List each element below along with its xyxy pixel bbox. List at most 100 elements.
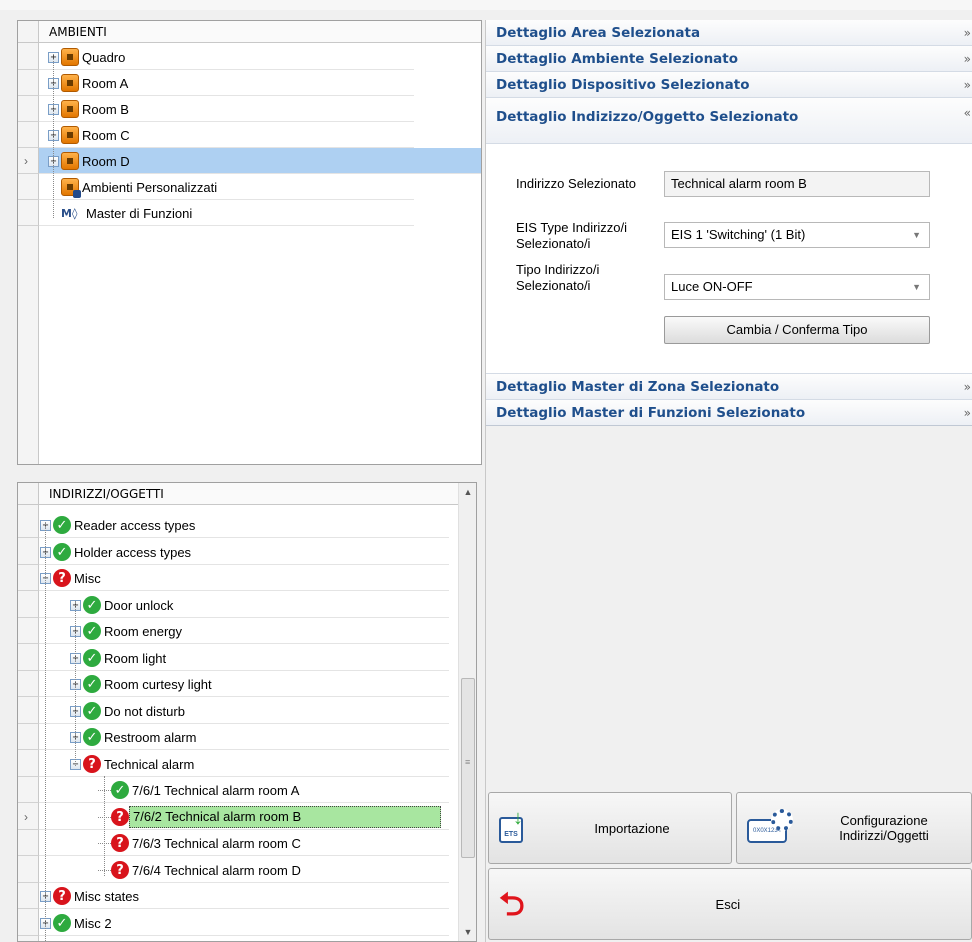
check-circle-icon: ✓ xyxy=(83,622,101,640)
tree-connector-line xyxy=(75,601,76,766)
indirizzi-tree-label: 7/6/2 Technical alarm room B xyxy=(129,806,441,828)
eis-type-label: EIS Type Indirizzo/i Selezionato/i xyxy=(516,220,627,252)
indirizzi-tree-row[interactable]: −? Misc xyxy=(18,565,476,591)
accordion-master-zona[interactable]: Dettaglio Master di Zona Selezionato » xyxy=(486,374,972,400)
row-header-cell[interactable] xyxy=(18,122,39,148)
row-header-cell[interactable] xyxy=(18,698,39,724)
indirizzi-tree-label: Misc states xyxy=(74,888,140,904)
check-circle-icon: ✓ xyxy=(83,702,101,720)
vertical-scrollbar[interactable]: ▲ ≡ ▼ xyxy=(458,483,476,941)
esci-button[interactable]: ⮌ Esci xyxy=(488,868,972,940)
accordion-master-funzioni[interactable]: Dettaglio Master di Funzioni Selezionato… xyxy=(486,400,972,426)
configurazione-indirizzi-button[interactable]: 0X0X1234 Configurazione Indirizzi/Oggett… xyxy=(736,792,972,864)
indirizzi-tree-row[interactable]: + ✓ Reader access types xyxy=(18,512,476,538)
scroll-down-arrow-icon[interactable]: ▼ xyxy=(459,923,476,941)
ambienti-tree-row[interactable]: › + Room D xyxy=(18,148,481,174)
indirizzi-tree-row[interactable]: + ✓ Room light xyxy=(18,645,476,671)
indirizzi-tree-row[interactable]: + ✓ Room curtesy light xyxy=(18,671,476,697)
indirizzi-tree-row[interactable]: + ✓ Misc 2 xyxy=(18,910,476,936)
eis-type-select[interactable]: EIS 1 'Switching' (1 Bit) ▼ xyxy=(664,222,930,248)
importazione-button[interactable]: ETS ↓ Importazione xyxy=(488,792,732,864)
row-header-cell[interactable] xyxy=(18,512,39,538)
check-circle-icon: ✓ xyxy=(83,728,101,746)
scrollbar-thumb[interactable]: ≡ xyxy=(461,678,475,858)
indirizzi-tree-label: 7/6/1 Technical alarm room A xyxy=(132,782,300,798)
indirizzi-tree-row[interactable]: + ✓ Door unlock xyxy=(18,592,476,618)
accordion-area[interactable]: Dettaglio Area Selezionata » xyxy=(486,20,972,46)
scroll-up-arrow-icon[interactable]: ▲ xyxy=(459,483,476,501)
row-header-cell[interactable] xyxy=(18,592,39,618)
row-header-cell[interactable] xyxy=(18,910,39,936)
accordion-ambiente[interactable]: Dettaglio Ambiente Selezionato » xyxy=(486,46,972,72)
current-row-indicator-icon: › xyxy=(24,810,28,824)
cambia-conferma-tipo-button[interactable]: Cambia / Conferma Tipo xyxy=(664,316,930,344)
expand-chevron-icon: » xyxy=(963,406,971,420)
ambienti-tree-row[interactable]: Ambienti Personalizzati xyxy=(18,174,481,200)
question-circle-icon: ? xyxy=(53,569,71,587)
accordion-master-funzioni-title: Dettaglio Master di Funzioni Selezionato xyxy=(496,405,806,421)
ambienti-tree-label: Room A xyxy=(82,75,129,91)
row-header-cell[interactable] xyxy=(18,565,39,591)
row-header-cell[interactable] xyxy=(18,671,39,697)
header-corner xyxy=(18,483,39,505)
question-circle-icon: ? xyxy=(83,755,101,773)
window-top-strip xyxy=(0,0,972,10)
indirizzo-selezionato-label: Indirizzo Selezionato xyxy=(516,176,636,191)
row-header-cell[interactable] xyxy=(18,200,39,226)
accordion-indirizzo[interactable]: Dettaglio Indizizzo/Oggetto Selezionato … xyxy=(486,98,972,144)
row-header-cell[interactable] xyxy=(18,44,39,70)
ets-import-icon: ETS ↓ xyxy=(499,807,533,845)
ambienti-tree-row[interactable]: + Quadro xyxy=(18,44,481,70)
check-circle-icon: ✓ xyxy=(53,516,71,534)
indirizzi-tree-row[interactable]: + ✓ Do not disturb xyxy=(18,698,476,724)
row-header-cell[interactable] xyxy=(18,70,39,96)
row-header-cell[interactable] xyxy=(18,883,39,909)
indirizzi-tree-row[interactable]: ›? 7/6/2 Technical alarm room B xyxy=(18,804,476,830)
row-header-cell[interactable] xyxy=(18,857,39,883)
tipo-indirizzo-select[interactable]: Luce ON-OFF ▼ xyxy=(664,274,930,300)
indirizzi-tree-row[interactable]: +? Misc states xyxy=(18,883,476,909)
indirizzi-tree-row[interactable]: + ✓ Restroom alarm xyxy=(18,724,476,750)
indirizzi-tree-row[interactable]: ✓ 7/6/1 Technical alarm room A xyxy=(18,777,476,803)
room-icon xyxy=(61,126,79,144)
ambienti-tree-label: Quadro xyxy=(82,49,126,65)
tipo-indirizzo-label-line2: Selezionato/i xyxy=(516,278,591,293)
indirizzi-tree-row[interactable]: −? Technical alarm xyxy=(18,751,476,777)
check-circle-icon: ✓ xyxy=(83,649,101,667)
row-header-cell[interactable] xyxy=(18,724,39,750)
row-header-cell[interactable] xyxy=(18,174,39,200)
row-header-cell[interactable] xyxy=(18,96,39,122)
row-header-cell[interactable]: › xyxy=(18,804,39,830)
row-header-cell[interactable] xyxy=(18,751,39,777)
indirizzi-tree-row[interactable]: ? 7/6/4 Technical alarm room D xyxy=(18,857,476,883)
ambienti-tree-row[interactable]: + Room A xyxy=(18,70,481,96)
indirizzi-tree-row[interactable]: + ✓ Holder access types xyxy=(18,539,476,565)
row-header-cell[interactable]: › xyxy=(18,148,39,174)
accordion-dispositivo[interactable]: Dettaglio Dispositivo Selezionato » xyxy=(486,72,972,98)
indirizzi-tree-label: Misc xyxy=(74,570,101,586)
importazione-label: Importazione xyxy=(594,820,670,836)
check-circle-icon: ✓ xyxy=(53,543,71,561)
ambienti-tree-label: Room D xyxy=(79,153,133,169)
tipo-indirizzo-label-line1: Tipo Indirizzo/i xyxy=(516,262,600,277)
eis-type-label-line1: EIS Type Indirizzo/i xyxy=(516,220,628,235)
row-header-cell[interactable] xyxy=(18,618,39,644)
row-header-cell[interactable] xyxy=(18,830,39,856)
row-header-cell[interactable] xyxy=(18,777,39,803)
question-circle-icon: ? xyxy=(111,808,129,826)
indirizzi-tree-label: Room curtesy light xyxy=(104,676,212,692)
indirizzi-tree-row[interactable]: ? 7/6/3 Technical alarm room C xyxy=(18,830,476,856)
accordion-indirizzo-title: Dettaglio Indizizzo/Oggetto Selezionato xyxy=(496,109,799,125)
ambienti-tree-row[interactable]: M◊ Master di Funzioni xyxy=(18,200,481,226)
accordion-ambiente-title: Dettaglio Ambiente Selezionato xyxy=(496,51,739,67)
row-header-cell[interactable] xyxy=(18,539,39,565)
indirizzi-tree-label: Do not disturb xyxy=(104,703,185,719)
indirizzi-tree-label: Room energy xyxy=(104,623,183,639)
ambienti-tree-row[interactable]: + Room B xyxy=(18,96,481,122)
ambienti-tree-row[interactable]: + Room C xyxy=(18,122,481,148)
question-circle-icon: ? xyxy=(111,861,129,879)
indirizzi-tree-label: Reader access types xyxy=(74,517,196,533)
indirizzi-tree-row[interactable]: + ✓ Room energy xyxy=(18,618,476,644)
row-header-cell[interactable] xyxy=(18,645,39,671)
configurazione-label-line1: Configurazione xyxy=(840,813,928,828)
